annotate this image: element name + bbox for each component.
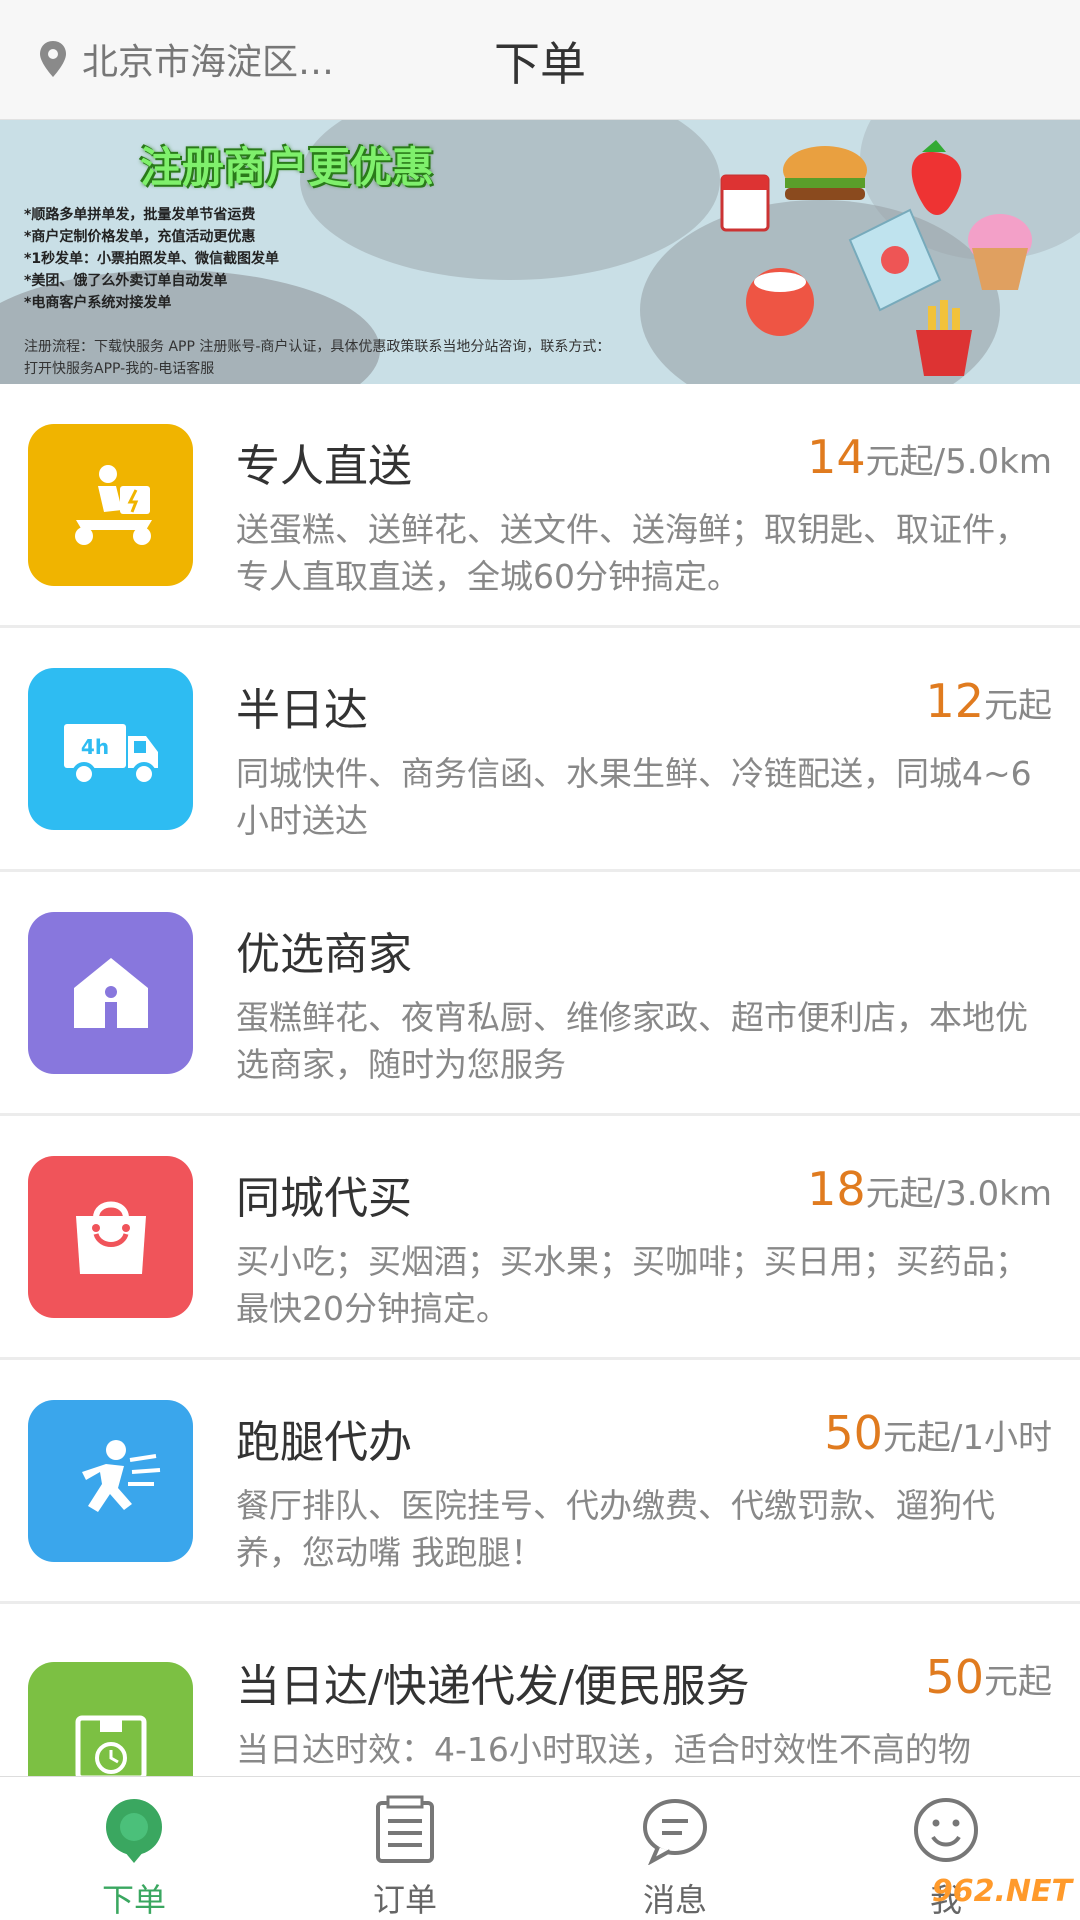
service-item-city-purchase[interactable]: 同城代买 18元起/3.0km 买小吃；买烟酒；买水果；买咖啡；买日用；买药品；… [0, 1116, 1080, 1360]
price-number: 50 [925, 1650, 984, 1704]
service-item-errand[interactable]: 跑腿代办 50元起/1小时 餐厅排队、医院挂号、代办缴费、代缴罚款、遛狗代养，您… [0, 1360, 1080, 1604]
service-name: 半日达 [236, 685, 368, 736]
smiley-icon [914, 1798, 978, 1862]
svg-text:4h: 4h [80, 735, 108, 759]
promo-banner[interactable]: 注册商户更优惠 *顺路多单拼单发，批量发单节省运费 *商户定制价格发单，充值活动… [0, 120, 1080, 384]
banner-footer: 注册流程：下载快服务 APP 注册账号-商户认证，具体优惠政策联系当地分站咨询，… [24, 339, 611, 355]
service-price: 50元起 [925, 1650, 1052, 1704]
service-icon-box [28, 1156, 193, 1318]
service-list: 专人直送 14元起/5.0km 送蛋糕、送鲜花、送文件、送海鲜；取钥匙、取证件，… [0, 384, 1080, 1776]
service-description: 蛋糕鲜花、夜宵私厨、维修家政、超市便利店，本地优选商家，随时为您服务 [236, 998, 1028, 1084]
service-description: 同城快件、商务信函、水果生鲜、冷链配送，同城4~6小时送达 [236, 754, 1032, 840]
service-name: 跑腿代办 [236, 1417, 412, 1468]
banner-bullet: *顺路多单拼单发，批量发单节省运费 [24, 207, 256, 223]
banner-bullet: *商户定制价格发单，充值活动更优惠 [24, 229, 256, 245]
service-price: 12元起 [925, 674, 1052, 728]
nav-label: 订单 [372, 1881, 437, 1919]
price-number: 50 [824, 1406, 883, 1460]
service-price: 50元起/1小时 [824, 1406, 1052, 1460]
price-unit: 元起/3.0km [865, 1174, 1052, 1214]
page-title-text: 下单 [494, 37, 586, 91]
service-description: 餐厅排队、医院挂号、代办缴费、代缴罚款、遛狗代养，您动嘴 我跑腿！ [236, 1486, 995, 1572]
price-unit: 元起/5.0km [865, 442, 1052, 482]
nav-label: 下单 [101, 1881, 166, 1919]
service-name: 同城代买 [236, 1173, 412, 1224]
service-icon-box: 4h [28, 668, 193, 830]
service-icon-box [28, 1662, 193, 1776]
nav-tab-orders[interactable]: 订单 [305, 1777, 505, 1920]
price-number: 12 [925, 674, 984, 728]
top-bar: 北京市海淀区… 下单 [0, 0, 1080, 120]
service-description: 当日达时效：4-16小时取送，适合时效性不高的物 [236, 1730, 971, 1769]
price-unit: 元起/1小时 [882, 1418, 1052, 1458]
scooter-icon [74, 465, 152, 545]
price-number: 18 [807, 1162, 866, 1216]
service-description: 送蛋糕、送鲜花、送文件、送海鲜；取钥匙、取证件，专人直取直送，全城60分钟搞定。 [236, 510, 1028, 596]
service-price: 14元起/5.0km [807, 430, 1052, 484]
service-name: 优选商家 [236, 929, 412, 980]
chat-bubble-icon [643, 1799, 707, 1865]
banner-headline: 注册商户更优惠 [140, 143, 435, 192]
watermark-logo: 962.NET [931, 1874, 1072, 1909]
service-description: 买小吃；买烟酒；买水果；买咖啡；买日用；买药品；最快20分钟搞定。 [236, 1242, 1028, 1328]
shopping-bag-icon [75, 1201, 146, 1274]
banner-footer: 打开快服务APP-我的-电话客服 [24, 361, 215, 377]
runner-icon [81, 1440, 160, 1512]
bottom-nav: 下单 订单 消息 我 [0, 1776, 1080, 1920]
service-item-direct-delivery[interactable]: 专人直送 14元起/5.0km 送蛋糕、送鲜花、送文件、送海鲜；取钥匙、取证件，… [0, 384, 1080, 628]
banner-bullet: *美团、饿了么外卖订单自动发单 [24, 273, 228, 289]
location-pin-icon [106, 1799, 162, 1863]
house-icon [73, 958, 148, 1028]
page-title: 下单 [0, 28, 1080, 94]
price-unit: 元起 [984, 686, 1052, 726]
banner-bullet: *电商客户系统对接发单 [24, 295, 172, 311]
service-icon-box [28, 424, 193, 586]
service-item-merchants[interactable]: 优选商家 蛋糕鲜花、夜宵私厨、维修家政、超市便利店，本地优选商家，随时为您服务 [0, 872, 1080, 1116]
nav-tab-order[interactable]: 下单 [34, 1777, 234, 1920]
nav-label: 消息 [642, 1881, 707, 1919]
service-name: 专人直送 [236, 441, 412, 492]
service-item-same-day[interactable]: 当日达/快递代发/便民服务 50元起 当日达时效：4-16小时取送，适合时效性不… [0, 1604, 1080, 1776]
price-number: 14 [807, 430, 866, 484]
price-unit: 元起 [984, 1662, 1052, 1702]
service-name: 当日达/快递代发/便民服务 [236, 1661, 750, 1712]
nav-tab-messages[interactable]: 消息 [575, 1777, 775, 1920]
food-illustration-icon [720, 140, 1032, 376]
service-item-half-day[interactable]: 4h 半日达 12元起 同城快件、商务信函、水果生鲜、冷链配送，同城4~6小时送… [0, 628, 1080, 872]
clock-box-icon [75, 1715, 146, 1776]
service-icon-box [28, 912, 193, 1074]
service-icon-box [28, 1400, 193, 1562]
truck-4h-icon: 4h [63, 724, 158, 786]
banner-bullet: *1秒发单：小票拍照发单、微信截图发单 [24, 251, 280, 267]
service-price: 18元起/3.0km [807, 1162, 1052, 1216]
order-list-icon [376, 1795, 434, 1863]
